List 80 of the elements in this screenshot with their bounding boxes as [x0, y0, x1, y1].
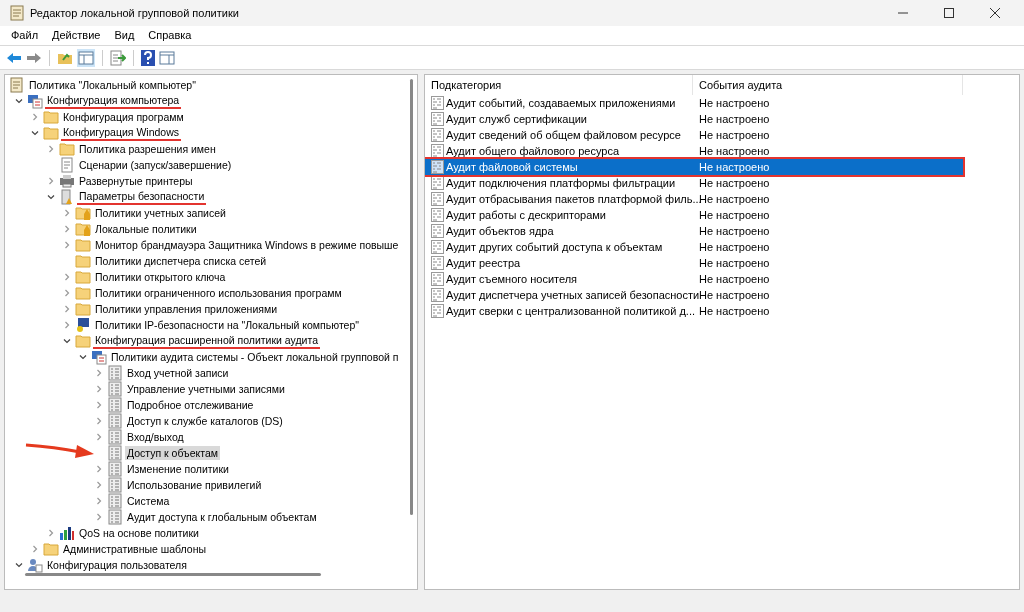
tree-item[interactable]: Сценарии (запуск/завершение)	[77, 158, 234, 172]
table-row[interactable]: Аудит реестра Не настроено	[425, 255, 963, 271]
tree-item[interactable]: Управление учетными записями	[125, 382, 287, 396]
column-header[interactable]: События аудита	[693, 75, 963, 95]
table-cell-text: Аудит файловой системы	[446, 159, 578, 175]
table-cell-text: Аудит общего файлового ресурса	[446, 143, 619, 159]
menu-item[interactable]: Действие	[45, 27, 108, 44]
table-cell: Не настроено	[699, 240, 770, 253]
tree-item[interactable]: Политики открытого ключа	[93, 270, 228, 284]
table-cell: Не настроено	[699, 208, 770, 221]
table-row[interactable]: Аудит съемного носителя Не настроено	[425, 271, 963, 287]
table-row[interactable]: Аудит диспетчера учетных записей безопасностиНе настроено	[425, 287, 963, 303]
menu-item[interactable]: Справка	[141, 27, 199, 44]
table-row[interactable]: Аудит общего файлового ресурса Не настроено	[425, 143, 963, 159]
table-row[interactable]: Аудит сведений об общем файловом ресурсе Не настроено	[425, 127, 963, 143]
tree-item[interactable]: Конфигурация программ	[61, 110, 186, 124]
column-header[interactable]: Подкатегория	[425, 75, 693, 95]
window-title: Редактор локальной групповой политики	[30, 5, 239, 21]
table-cell: Не настроено	[699, 160, 770, 173]
table-cell: Не настроено	[699, 176, 770, 189]
tree-item[interactable]: Аудит доступа к глобальным объектам	[125, 510, 319, 524]
table-row[interactable]: Аудит работы с дескрипторами Не настроено	[425, 207, 963, 223]
table-cell-text: Аудит событий, создаваемых приложениями	[446, 95, 676, 111]
table-cell-text: Аудит служб сертификации	[446, 111, 588, 127]
tree-item[interactable]: Локальные политики	[93, 222, 199, 236]
tree-item[interactable]: Административные шаблоны	[61, 542, 208, 556]
tree-item[interactable]: Политики диспетчера списка сетей	[93, 254, 269, 268]
tree-item[interactable]: Доступ к объектам	[125, 446, 220, 460]
tree-item[interactable]: Политики учетных записей	[93, 206, 228, 220]
tree-item[interactable]: Вход/выход	[125, 430, 186, 444]
tree-item[interactable]: Параметры безопасности	[77, 189, 207, 205]
tree-item[interactable]: Доступ к службе каталогов (DS)	[125, 414, 285, 428]
table-cell: Не настроено	[699, 144, 770, 157]
tree-item[interactable]: QoS на основе политики	[77, 526, 201, 540]
tree-item[interactable]: Развернутые принтеры	[77, 174, 195, 188]
tree-item[interactable]: Изменение политики	[125, 462, 231, 476]
table-cell: Не настроено	[699, 304, 770, 317]
table-row[interactable]: Аудит сверки с централизованной политикой д... Не настроено	[425, 303, 963, 319]
table-row[interactable]: Аудит служб сертификации Не настроено	[425, 111, 963, 127]
table-cell: Не настроено	[699, 224, 770, 237]
tree-item[interactable]: Конфигурация компьютера	[45, 93, 182, 109]
tree-item[interactable]: Политики ограниченного использования программ	[93, 286, 344, 300]
table-row[interactable]: Аудит объектов ядра Не настроено	[425, 223, 963, 239]
tree-item[interactable]: Конфигурация Windows	[61, 125, 181, 141]
tree-item[interactable]: Монитор брандмауэра Защитника Windows в режиме повыше	[93, 238, 401, 252]
tree-item[interactable]: Конфигурация расширенной политики аудита	[93, 333, 320, 349]
tree-item[interactable]: Политики IP-безопасности на "Локальный компьютер"	[93, 318, 361, 332]
table-cell-text: Аудит сверки с централизованной политикой д...	[446, 303, 695, 319]
menu-item[interactable]: Файл	[4, 27, 46, 44]
tree-item[interactable]: Политики управления приложениями	[93, 302, 280, 316]
table-cell: Не настроено	[699, 96, 770, 109]
table-row[interactable]: Аудит отбрасывания пакетов платформой филь...Не настроено	[425, 191, 963, 207]
table-cell-text: Аудит реестра	[446, 255, 521, 271]
tree-item[interactable]: Конфигурация пользователя	[45, 558, 189, 572]
table-row[interactable]: Аудит других событий доступа к объектам Не настроено	[425, 239, 963, 255]
table-cell: Не настроено	[699, 288, 770, 301]
table-cell: Не настроено	[699, 112, 770, 125]
table-cell-text: Аудит объектов ядра	[446, 223, 554, 239]
table-cell-text: Аудит других событий доступа к объектам	[446, 239, 663, 255]
tree-item[interactable]: Политика разрешения имен	[77, 142, 218, 156]
table-cell: Не настроено	[699, 272, 770, 285]
tree-item[interactable]: Вход учетной записи	[125, 366, 231, 380]
table-cell: Не настроено	[699, 128, 770, 141]
tree-item[interactable]: Политики аудита системы - Объект локальной групповой п	[109, 350, 401, 364]
tree-item[interactable]: Подробное отслеживание	[125, 398, 256, 412]
table-cell-text: Аудит диспетчера учетных записей безопасности	[446, 287, 700, 303]
menu-item[interactable]: Вид	[107, 27, 142, 44]
table-row[interactable]: Аудит событий, создаваемых приложениями Не настроено	[425, 95, 963, 111]
table-cell-text: Аудит отбрасывания пакетов платформой филь...	[446, 191, 702, 207]
table-cell-text: Аудит съемного носителя	[446, 271, 578, 287]
table-cell: Не настроено	[699, 256, 770, 269]
tree-item[interactable]: Политика "Локальный компьютер"	[27, 78, 198, 92]
table-cell-text: Аудит работы с дескрипторами	[446, 207, 606, 223]
table-cell-text: Аудит сведений об общем файловом ресурсе	[446, 127, 681, 143]
table-cell: Не настроено	[699, 192, 770, 205]
table-row[interactable]: Аудит файловой системы Не настроено	[425, 159, 963, 175]
tree-item[interactable]: Использование привилегий	[125, 478, 264, 492]
table-row[interactable]: Аудит подключения платформы фильтрации Не настроено	[425, 175, 963, 191]
table-cell-text: Аудит подключения платформы фильтрации	[446, 175, 676, 191]
tree-item[interactable]: Система	[125, 494, 172, 508]
